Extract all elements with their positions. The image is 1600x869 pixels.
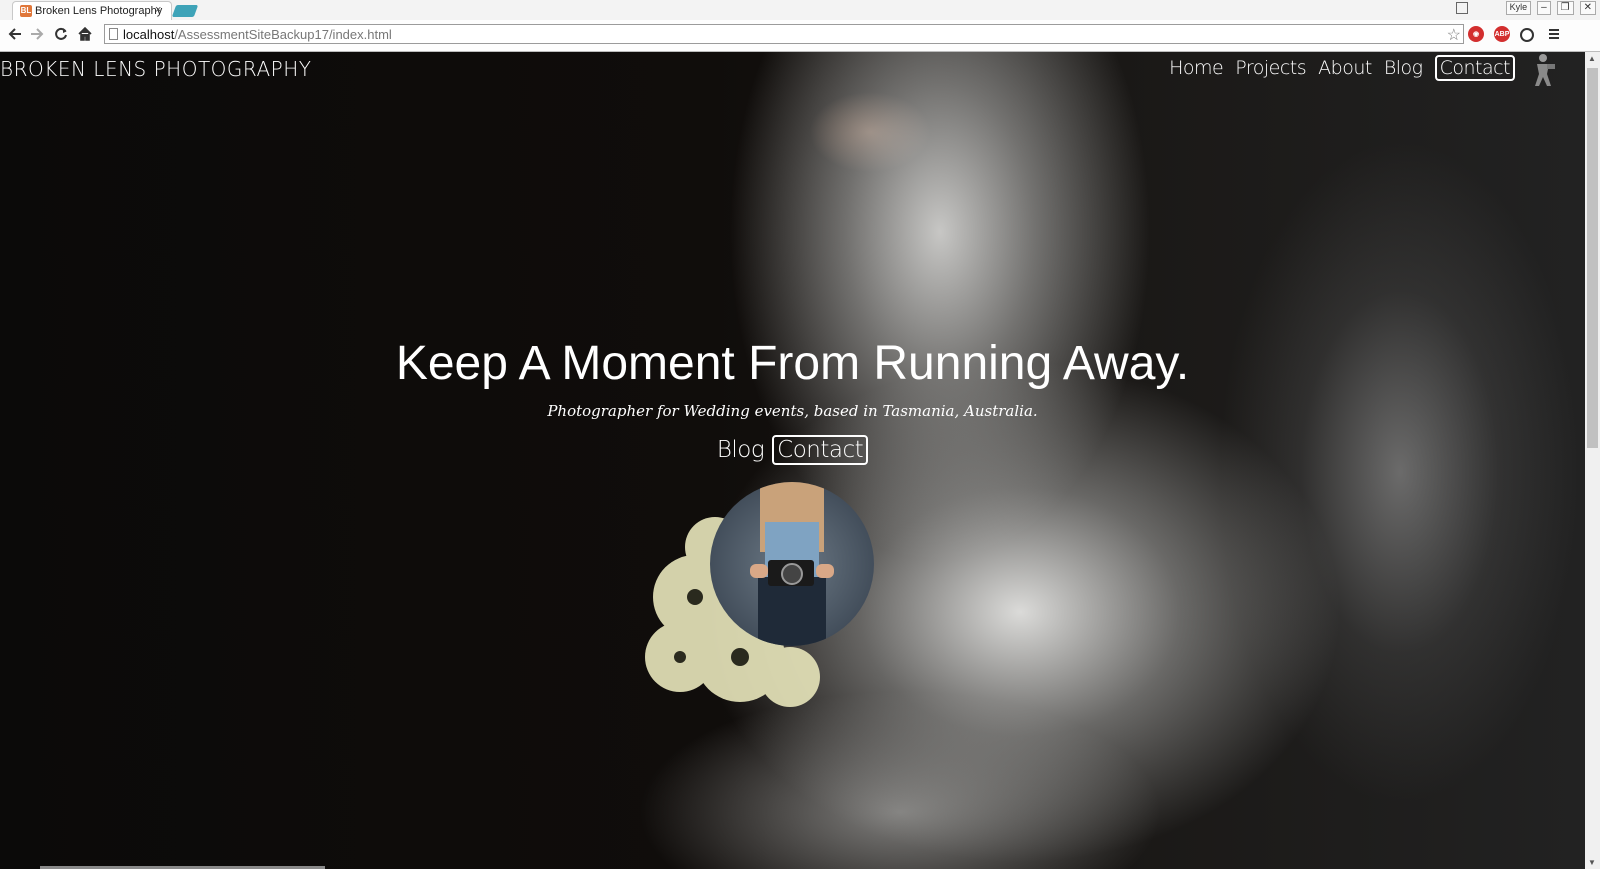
scroll-down-arrow-icon[interactable]: ▼ (1588, 858, 1596, 867)
vertical-scrollbar[interactable]: ▲ ▼ (1585, 52, 1600, 869)
page-icon (109, 28, 118, 40)
nav-projects[interactable]: Projects (1235, 57, 1306, 79)
window-controls: Kyle – ❐ ✕ (1455, 1, 1596, 15)
home-icon (78, 27, 92, 41)
photographer-figurine-icon (1535, 54, 1555, 86)
hamburger-menu-icon (1549, 29, 1559, 39)
hero-links: Blog Contact (0, 435, 1585, 465)
scrollbar-thumb[interactable] (1587, 68, 1598, 448)
hero-blog-link[interactable]: Blog (717, 437, 765, 463)
forward-button[interactable] (28, 25, 46, 43)
user-profile-button[interactable]: Kyle (1505, 1, 1532, 15)
minimize-button[interactable]: – (1537, 1, 1551, 15)
address-bar[interactable]: localhost/AssessmentSiteBackup17/index.h… (104, 24, 1464, 44)
close-tab-icon[interactable]: × (155, 4, 161, 16)
main-nav: Home Projects About Blog Contact (1169, 55, 1515, 81)
hero-contact-button[interactable]: Contact (772, 435, 869, 465)
nav-about[interactable]: About (1318, 57, 1372, 79)
reload-icon (55, 27, 67, 40)
home-button[interactable] (76, 25, 94, 43)
back-button[interactable] (6, 25, 24, 43)
scroll-up-arrow-icon[interactable]: ▲ (1588, 54, 1596, 63)
back-arrow-icon (8, 28, 21, 40)
forward-arrow-icon (31, 28, 44, 40)
browser-tab[interactable]: BL Broken Lens Photography × (12, 1, 172, 21)
photographer-profile-image (710, 482, 874, 646)
url-host: localhost (123, 27, 175, 42)
url-text: localhost/AssessmentSiteBackup17/index.h… (123, 27, 392, 42)
extension-shield-icon[interactable]: ◉ (1468, 26, 1484, 42)
extension-circle-icon[interactable] (1520, 28, 1534, 42)
restore-button[interactable]: ❐ (1556, 1, 1574, 15)
url-path: /AssessmentSiteBackup17/index.html (174, 27, 392, 42)
nav-blog[interactable]: Blog (1384, 57, 1423, 79)
hero-title: Keep A Moment From Running Away. (395, 337, 1190, 390)
browser-toolbar: localhost/AssessmentSiteBackup17/index.h… (0, 20, 1600, 52)
adblock-icon[interactable]: ABP (1494, 26, 1510, 42)
hero-subtitle: Photographer for Wedding events, based i… (547, 402, 1038, 420)
menu-button[interactable] (1545, 25, 1563, 43)
cast-icon[interactable] (1455, 2, 1468, 14)
browser-titlebar: BL Broken Lens Photography × Kyle – ❐ ✕ (0, 0, 1600, 21)
favicon-icon: BL (20, 5, 32, 17)
new-tab-button[interactable] (171, 5, 199, 17)
tab-title: Broken Lens Photography (35, 5, 163, 17)
close-window-button[interactable]: ✕ (1579, 1, 1596, 15)
reload-button[interactable] (52, 25, 70, 43)
hero-section: BROKEN LENS PHOTOGRAPHY Home Projects Ab… (0, 52, 1585, 869)
nav-home[interactable]: Home (1169, 57, 1224, 79)
nav-contact[interactable]: Contact (1434, 55, 1515, 81)
site-logo[interactable]: BROKEN LENS PHOTOGRAPHY (0, 57, 311, 81)
bookmark-star-icon[interactable]: ☆ (1447, 25, 1461, 45)
